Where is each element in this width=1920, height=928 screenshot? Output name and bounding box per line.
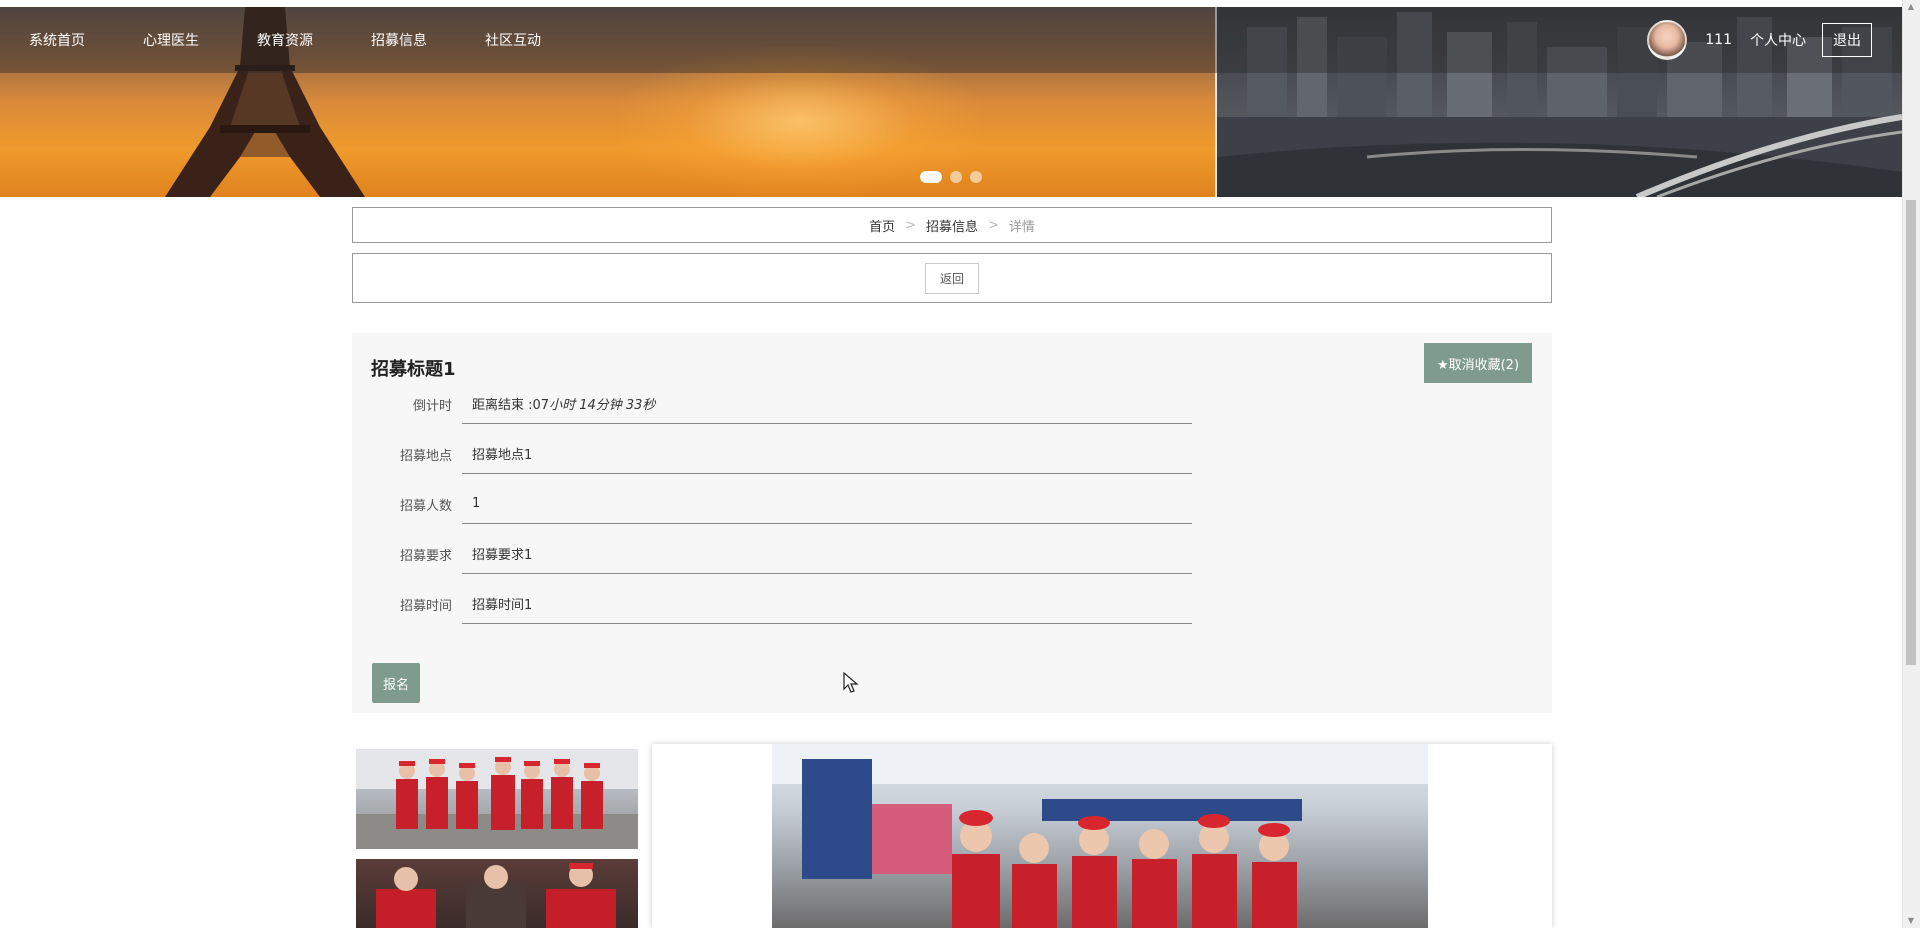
nav-item-home[interactable]: 系统首页	[29, 30, 85, 50]
field-label: 招募地点	[399, 448, 452, 464]
scroll-down-icon[interactable]: ▼	[1906, 916, 1916, 926]
field-row-location: 招募地点 招募地点1	[352, 434, 1192, 474]
gallery-thumbnail-2[interactable]	[356, 859, 638, 928]
gallery-main-frame	[652, 744, 1552, 928]
breadcrumb: 首页 > 招募信息 > 详情	[352, 207, 1552, 243]
back-button[interactable]: 返回	[924, 262, 979, 294]
count-value: 1	[462, 484, 1192, 524]
detail-panel: 招募标题1 ★取消收藏(2) 倒计时 距离结束 :07 小时 14分钟 33秒 招…	[352, 333, 1552, 713]
breadcrumb-home[interactable]: 首页	[869, 216, 895, 235]
field-row-requirement: 招募要求 招募要求1	[352, 534, 1192, 574]
detail-title: 招募标题1	[371, 359, 456, 380]
field-label: 招募人数	[399, 498, 452, 514]
countdown-value: 距离结束 :07 小时 14分钟 33秒	[462, 384, 1192, 424]
countdown-prefix: 距离结束 :07	[472, 398, 550, 413]
field-row-time: 招募时间 招募时间1	[352, 584, 1192, 624]
field-label: 倒计时	[412, 398, 452, 414]
carousel-dot-2[interactable]	[950, 171, 962, 183]
nav-item-doctor[interactable]: 心理医生	[143, 30, 199, 50]
breadcrumb-recruit[interactable]: 招募信息	[926, 216, 978, 235]
carousel-dot-1[interactable]	[920, 171, 942, 183]
back-bar: 返回	[352, 253, 1552, 303]
requirement-value: 招募要求1	[462, 534, 1192, 574]
nav-item-education[interactable]: 教育资源	[257, 30, 313, 50]
user-center-link[interactable]: 个人中心	[1750, 30, 1806, 50]
field-row-count: 招募人数 1	[352, 484, 1192, 524]
top-nav: 系统首页 心理医生 教育资源 招募信息 社区互动 111 个人中心 退出	[0, 7, 1902, 73]
breadcrumb-separator: >	[905, 217, 916, 233]
field-label: 招募时间	[399, 598, 452, 614]
breadcrumb-current: 详情	[1008, 219, 1035, 235]
signup-button[interactable]: 报名	[372, 663, 420, 703]
breadcrumb-separator: >	[988, 217, 999, 233]
username: 111	[1705, 32, 1732, 48]
mouse-cursor-icon	[843, 672, 859, 693]
volunteer-station-photo	[772, 744, 1428, 928]
volunteer-group-photo	[356, 749, 638, 849]
page-scrollbar[interactable]: ▲ ▼	[1902, 0, 1920, 928]
carousel-dots	[920, 171, 982, 183]
favorite-button[interactable]: ★取消收藏(2)	[1424, 343, 1532, 383]
scroll-up-icon[interactable]: ▲	[1906, 2, 1916, 12]
nav-item-community[interactable]: 社区互动	[485, 30, 541, 50]
gallery-thumbnail-1[interactable]	[356, 749, 638, 849]
time-value: 招募时间1	[462, 584, 1192, 624]
scroll-thumb[interactable]	[1906, 200, 1916, 665]
countdown-rest: 小时 14分钟 33秒	[549, 398, 656, 413]
field-row-countdown: 倒计时 距离结束 :07 小时 14分钟 33秒	[352, 384, 1192, 424]
volunteer-work-photo	[376, 863, 616, 928]
nav-user-area: 111 个人中心 退出	[1647, 7, 1872, 73]
field-label: 招募要求	[399, 548, 452, 564]
logout-button[interactable]: 退出	[1822, 23, 1872, 57]
nav-item-recruit[interactable]: 招募信息	[371, 30, 427, 50]
carousel-dot-3[interactable]	[970, 171, 982, 183]
avatar[interactable]	[1647, 20, 1688, 60]
location-value: 招募地点1	[462, 434, 1192, 474]
gallery-main-photo[interactable]	[772, 744, 1428, 928]
